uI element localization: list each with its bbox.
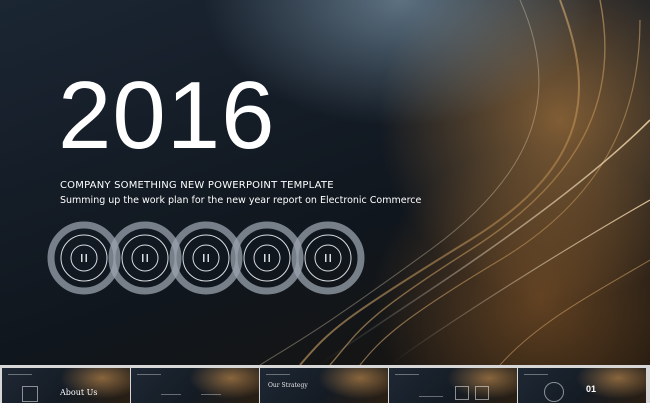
thumbnail-slide-1[interactable]: About Us	[2, 368, 130, 403]
main-slide: 2016 COMPANY SOMETHING NEW POWERPOINT TE…	[0, 0, 650, 365]
thumbnail-slide-3[interactable]: Our Strategy	[260, 368, 388, 403]
ring-3[interactable]	[169, 221, 243, 295]
thumbnail-slide-4[interactable]	[389, 368, 517, 403]
thumb-rule	[201, 394, 221, 395]
ring-chain	[47, 221, 365, 295]
thumb-frame	[475, 386, 489, 400]
pause-icon	[203, 254, 209, 262]
thumb-rule	[161, 394, 181, 395]
thumb-rule	[524, 374, 548, 375]
thumbnail-title: About Us	[60, 388, 98, 397]
thumb-rule	[395, 374, 419, 375]
company-heading: COMPANY SOMETHING NEW POWERPOINT TEMPLAT…	[60, 180, 334, 191]
pause-icon	[81, 254, 87, 262]
thumb-rule	[8, 374, 32, 375]
thumbnail-slide-5[interactable]: 01	[518, 368, 646, 403]
thumbnail-slide-2[interactable]	[131, 368, 259, 403]
thumb-rule	[266, 374, 290, 375]
pause-icon	[142, 254, 148, 262]
slide-subtitle: Summing up the work plan for the new yea…	[60, 195, 422, 206]
pause-icon	[325, 254, 331, 262]
year-title: 2016	[58, 62, 276, 169]
thumbnail-number: 01	[586, 384, 597, 394]
thumb-frame	[455, 386, 469, 400]
thumbnail-strip: About Us Our Strategy 01	[0, 365, 650, 403]
ring-1[interactable]	[47, 221, 121, 295]
thumb-arrow	[419, 396, 443, 397]
thumbnail-title: Our Strategy	[268, 382, 308, 389]
thumb-rule	[137, 374, 161, 375]
ring-4[interactable]	[230, 221, 304, 295]
thumb-circle	[544, 382, 564, 402]
pause-icon	[264, 254, 270, 262]
thumb-frame	[22, 386, 38, 402]
ring-2[interactable]	[108, 221, 182, 295]
ring-5[interactable]	[291, 221, 365, 295]
